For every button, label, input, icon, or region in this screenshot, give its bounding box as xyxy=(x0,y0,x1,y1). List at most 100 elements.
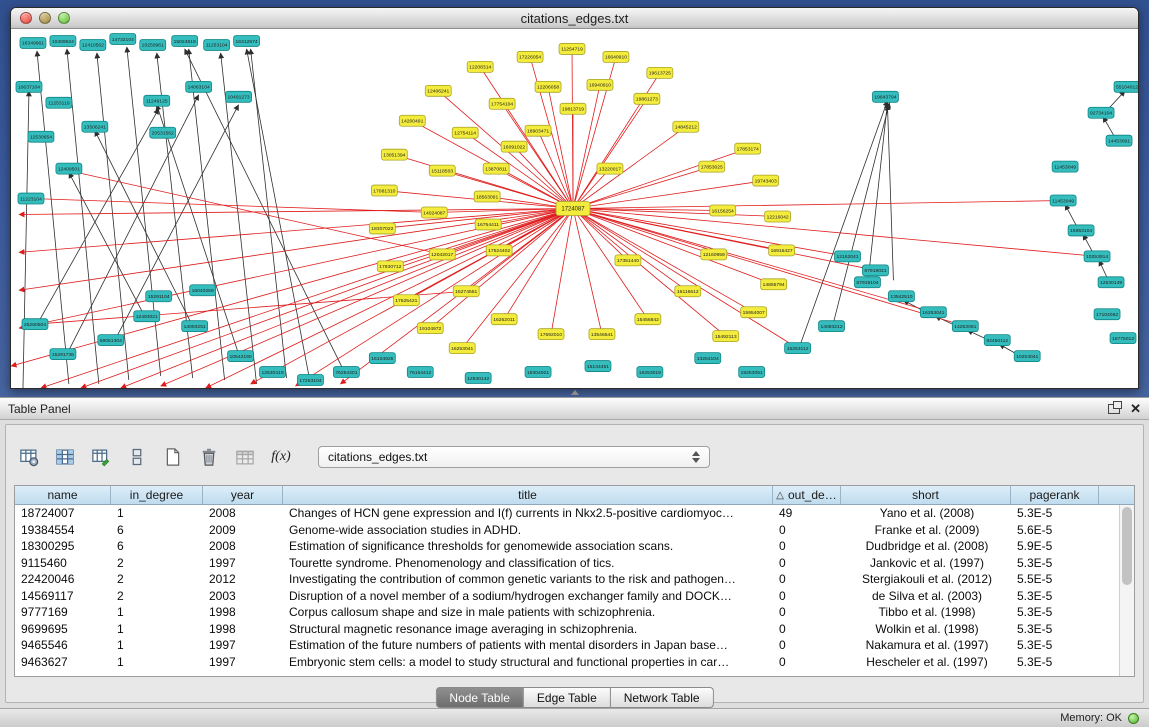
network-table-select[interactable]: citations_edges.txt xyxy=(318,446,710,468)
tab-network-table[interactable]: Network Table xyxy=(611,687,714,708)
svg-text:15492113: 15492113 xyxy=(715,334,737,340)
svg-text:55104012: 55104012 xyxy=(1116,85,1138,91)
cell-name: 9777169 xyxy=(15,604,111,621)
splitter-grip-icon xyxy=(571,390,579,395)
tab-edge-table[interactable]: Edge Table xyxy=(524,687,611,708)
column-header-pagerank[interactable]: pagerank xyxy=(1011,486,1099,504)
column-header-name[interactable]: name xyxy=(15,486,111,504)
svg-text:12042017: 12042017 xyxy=(431,252,453,258)
network-canvas[interactable]: 16349961 10409624 12410562 14732104 1025… xyxy=(11,29,1138,388)
table-panel-body: f(x) citations_edges.txt namein_degreeye… xyxy=(5,424,1144,703)
cell-title: Investigating the contribution of common… xyxy=(283,571,773,588)
svg-text:11253104: 11253104 xyxy=(206,43,228,49)
cell-out-de-: 0 xyxy=(773,538,841,555)
svg-text:14063104: 14063104 xyxy=(188,85,210,91)
table-row[interactable]: 1938455462009Genome-wide association stu… xyxy=(15,522,1119,539)
table-row[interactable]: 1830029562008Estimation of significance … xyxy=(15,538,1119,555)
svg-text:19861273: 19861273 xyxy=(636,97,658,103)
svg-text:16116612: 16116612 xyxy=(677,289,699,295)
svg-text:16253019: 16253019 xyxy=(639,370,661,376)
svg-text:20531562: 20531562 xyxy=(152,131,174,137)
svg-text:15953104: 15953104 xyxy=(1070,228,1092,234)
rows-button[interactable] xyxy=(124,444,150,470)
svg-text:92734104: 92734104 xyxy=(1090,111,1112,117)
close-panel-icon[interactable]: ✕ xyxy=(1130,402,1141,415)
svg-text:11453049: 11453049 xyxy=(1054,164,1076,170)
svg-text:13870811: 13870811 xyxy=(485,166,507,172)
svg-text:10250961: 10250961 xyxy=(142,43,164,49)
column-header-year[interactable]: year xyxy=(203,486,283,504)
cell-year: 1997 xyxy=(203,555,283,572)
svg-text:17524402: 17524402 xyxy=(488,248,510,254)
cell-short: Stergiakouli et al. (2012) xyxy=(841,571,1011,588)
svg-text:19253051: 19253051 xyxy=(741,370,763,376)
column-header-short[interactable]: short xyxy=(841,486,1011,504)
function-builder-button[interactable]: f(x) xyxy=(268,444,294,470)
column-header-out-de-[interactable]: △out_de… xyxy=(773,486,841,504)
cell-short: Nakamura et al. (1997) xyxy=(841,637,1011,654)
table-row[interactable]: 1872400712008Changes of HCN gene express… xyxy=(15,505,1119,522)
select-columns-button[interactable] xyxy=(52,444,78,470)
svg-text:17253104: 17253104 xyxy=(299,378,321,384)
edit-table-button[interactable] xyxy=(88,444,114,470)
network-view-window[interactable]: citations_edges.txt 16349961 10409624 12… xyxy=(10,7,1139,389)
table-row[interactable]: 1456911722003Disruption of a novel membe… xyxy=(15,588,1119,605)
import-table-button[interactable] xyxy=(232,444,258,470)
window-titlebar[interactable]: citations_edges.txt xyxy=(11,8,1138,29)
minimize-window-button[interactable] xyxy=(39,12,51,24)
cell-pagerank: 5.3E-5 xyxy=(1011,637,1099,654)
svg-text:13546541: 13546541 xyxy=(591,332,613,338)
svg-text:13220017: 13220017 xyxy=(599,166,621,172)
svg-text:16156254: 16156254 xyxy=(712,208,734,214)
svg-text:19813719: 19813719 xyxy=(562,107,584,113)
cell-short: Wolkin et al. (1998) xyxy=(841,621,1011,638)
cell-out-de-: 0 xyxy=(773,522,841,539)
svg-text:17853174: 17853174 xyxy=(737,146,759,152)
column-header-title[interactable]: title xyxy=(283,486,773,504)
svg-text:14093251: 14093251 xyxy=(184,324,206,330)
float-panel-icon[interactable] xyxy=(1108,404,1120,414)
svg-text:16754411: 16754411 xyxy=(477,222,499,228)
table-row[interactable]: 2242004622012Investigating the contribut… xyxy=(15,571,1119,588)
table-row[interactable]: 946554611997Estimation of the future num… xyxy=(15,637,1119,654)
table-settings-button[interactable] xyxy=(16,444,42,470)
svg-text:10637104: 10637104 xyxy=(18,85,40,91)
cell-title: Corpus callosum shape and size in male p… xyxy=(283,604,773,621)
select-columns-icon xyxy=(55,447,75,467)
svg-text:12216042: 12216042 xyxy=(767,214,789,220)
svg-text:12410562: 12410562 xyxy=(82,43,104,49)
svg-text:15118503: 15118503 xyxy=(431,168,453,174)
table-panel: Table Panel ✕ xyxy=(0,397,1149,708)
scrollbar-thumb[interactable] xyxy=(1122,507,1132,585)
svg-text:19743403: 19743403 xyxy=(755,178,777,184)
cell-out-de-: 0 xyxy=(773,604,841,621)
cell-pagerank: 5.3E-5 xyxy=(1011,588,1099,605)
cell-title: Disruption of a novel member of a sodium… xyxy=(283,588,773,605)
table-row[interactable]: 946362711997Embryonic stem cells: a mode… xyxy=(15,654,1119,671)
network-graph[interactable]: 16349961 10409624 12410562 14732104 1025… xyxy=(11,29,1138,388)
table-header-row: namein_degreeyeartitle△out_de…shortpager… xyxy=(15,486,1134,505)
cell-pagerank: 5.6E-5 xyxy=(1011,522,1099,539)
zoom-window-button[interactable] xyxy=(58,12,70,24)
vertical-scrollbar[interactable] xyxy=(1119,505,1134,676)
svg-text:11453049: 11453049 xyxy=(1052,198,1074,204)
create-table-button[interactable] xyxy=(160,444,186,470)
svg-text:12530419: 12530419 xyxy=(261,370,283,376)
cell-year: 1998 xyxy=(203,604,283,621)
svg-text:15024619: 15024619 xyxy=(174,39,196,45)
cell-year: 1998 xyxy=(203,621,283,638)
cell-short: Franke et al. (2009) xyxy=(841,522,1011,539)
table-toolbar: f(x) citations_edges.txt xyxy=(16,441,710,473)
cell-out-de-: 0 xyxy=(773,571,841,588)
close-window-button[interactable] xyxy=(20,12,32,24)
svg-text:17692010: 17692010 xyxy=(540,332,562,338)
table-row[interactable]: 969969511998Structural magnetic resonanc… xyxy=(15,621,1119,638)
column-header-in-degree[interactable]: in_degree xyxy=(111,486,203,504)
tab-node-table[interactable]: Node Table xyxy=(435,687,524,708)
svg-text:1724087: 1724087 xyxy=(561,206,585,212)
delete-table-button[interactable] xyxy=(196,444,222,470)
table-row[interactable]: 977716911998Corpus callosum shape and si… xyxy=(15,604,1119,621)
table-row[interactable]: 911546021997Tourette syndrome. Phenomeno… xyxy=(15,555,1119,572)
panel-splitter[interactable] xyxy=(0,389,1149,397)
svg-text:16349961: 16349961 xyxy=(22,41,44,47)
